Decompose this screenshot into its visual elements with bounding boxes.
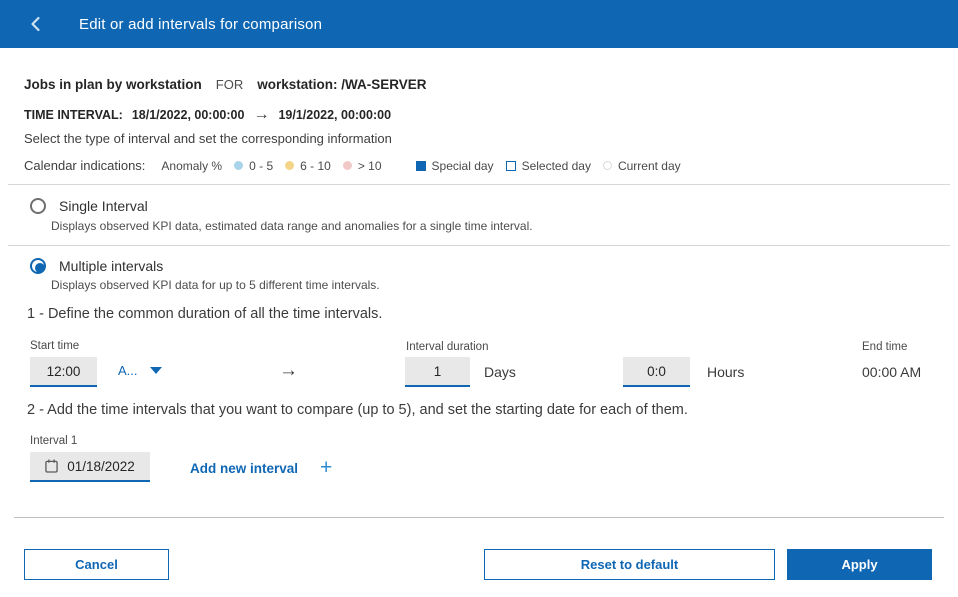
divider: [8, 184, 950, 185]
legend-label: 6 - 10: [300, 159, 331, 173]
chevron-down-icon: [150, 367, 162, 374]
divider: [8, 245, 950, 246]
interval-1-label: Interval 1: [30, 435, 77, 447]
legend-anomaly-mid: 6 - 10: [285, 159, 331, 173]
arrow-right-icon: →: [253, 106, 269, 124]
anomaly-mid-dot-icon: [285, 161, 294, 170]
multiple-intervals-description: Displays observed KPI data for up to 5 d…: [51, 278, 380, 292]
radio-single-interval[interactable]: Single Interval: [30, 198, 148, 214]
cancel-button[interactable]: Cancel: [24, 549, 169, 580]
start-time-input[interactable]: [30, 357, 97, 387]
calendar-icon: [45, 459, 58, 473]
single-interval-description: Displays observed KPI data, estimated da…: [51, 219, 533, 233]
end-time-label: End time: [862, 341, 907, 353]
kpi-name: Jobs in plan by workstation: [24, 77, 202, 92]
current-day-circle-icon: [603, 161, 612, 170]
step1-title: 1 - Define the common duration of all th…: [27, 306, 382, 322]
radio-unchecked-icon[interactable]: [30, 198, 46, 214]
header-bar: Edit or add intervals for comparison: [0, 0, 958, 48]
reset-to-default-button[interactable]: Reset to default: [484, 549, 775, 580]
time-interval-start: 18/1/2022, 00:00:00: [132, 108, 245, 122]
time-interval-row: TIME INTERVAL: 18/1/2022, 00:00:00 → 19/…: [24, 106, 391, 124]
radio-multiple-intervals-label: Multiple intervals: [59, 258, 163, 274]
start-time-label: Start time: [30, 340, 79, 352]
interval-1-date-input[interactable]: 01/18/2022: [30, 452, 150, 482]
edit-intervals-panel: Edit or add intervals for comparison Job…: [0, 0, 958, 597]
back-button[interactable]: [24, 12, 48, 36]
legend-label: Special day: [432, 159, 494, 173]
workstation-name: workstation: /WA-SERVER: [257, 77, 426, 92]
meridiem-value: A...: [118, 363, 138, 378]
legend-label: > 10: [358, 159, 382, 173]
anomaly-percent-label: Anomaly %: [161, 159, 222, 173]
anomaly-high-dot-icon: [343, 161, 352, 170]
page-title: Edit or add intervals for comparison: [79, 16, 322, 33]
legend-label: Selected day: [522, 159, 591, 173]
context-row: Jobs in plan by workstation FOR workstat…: [24, 77, 427, 92]
instructions-text: Select the type of interval and set the …: [24, 131, 392, 146]
end-time-value: 00:00 AM: [862, 364, 921, 380]
time-interval-end: 19/1/2022, 00:00:00: [278, 108, 391, 122]
radio-checked-icon[interactable]: [30, 258, 46, 274]
interval-1-date-value: 01/18/2022: [67, 459, 135, 474]
interval-duration-label: Interval duration: [406, 341, 488, 353]
legend-selected-day: Selected day: [506, 159, 591, 173]
calendar-indications-row: Calendar indications: Anomaly % 0 - 5 6 …: [24, 158, 681, 173]
add-new-interval-label: Add new interval: [190, 461, 298, 476]
duration-days-input[interactable]: [405, 357, 470, 387]
chevron-left-icon: [28, 16, 44, 32]
legend-anomaly-high: > 10: [343, 159, 382, 173]
step2-title: 2 - Add the time intervals that you want…: [27, 402, 688, 418]
footer-divider: [14, 517, 944, 518]
for-label: FOR: [216, 77, 243, 92]
days-unit-label: Days: [484, 364, 516, 380]
selected-day-square-icon: [506, 161, 516, 171]
radio-single-interval-label: Single Interval: [59, 198, 148, 214]
add-new-interval-button[interactable]: Add new interval +: [190, 460, 332, 476]
legend-label: 0 - 5: [249, 159, 273, 173]
legend-anomaly-low: 0 - 5: [234, 159, 273, 173]
legend-current-day: Current day: [603, 159, 681, 173]
legend-label: Current day: [618, 159, 681, 173]
arrow-right-icon: →: [279, 360, 298, 382]
radio-multiple-intervals[interactable]: Multiple intervals: [30, 258, 163, 274]
hours-unit-label: Hours: [707, 364, 744, 380]
anomaly-low-dot-icon: [234, 161, 243, 170]
legend-special-day: Special day: [416, 159, 494, 173]
apply-button[interactable]: Apply: [787, 549, 932, 580]
plus-icon: +: [320, 460, 332, 476]
special-day-square-icon: [416, 161, 426, 171]
meridiem-dropdown[interactable]: A...: [118, 363, 162, 378]
time-interval-label: TIME INTERVAL:: [24, 108, 123, 122]
duration-hours-input[interactable]: [623, 357, 690, 387]
calendar-indications-label: Calendar indications:: [24, 158, 145, 173]
